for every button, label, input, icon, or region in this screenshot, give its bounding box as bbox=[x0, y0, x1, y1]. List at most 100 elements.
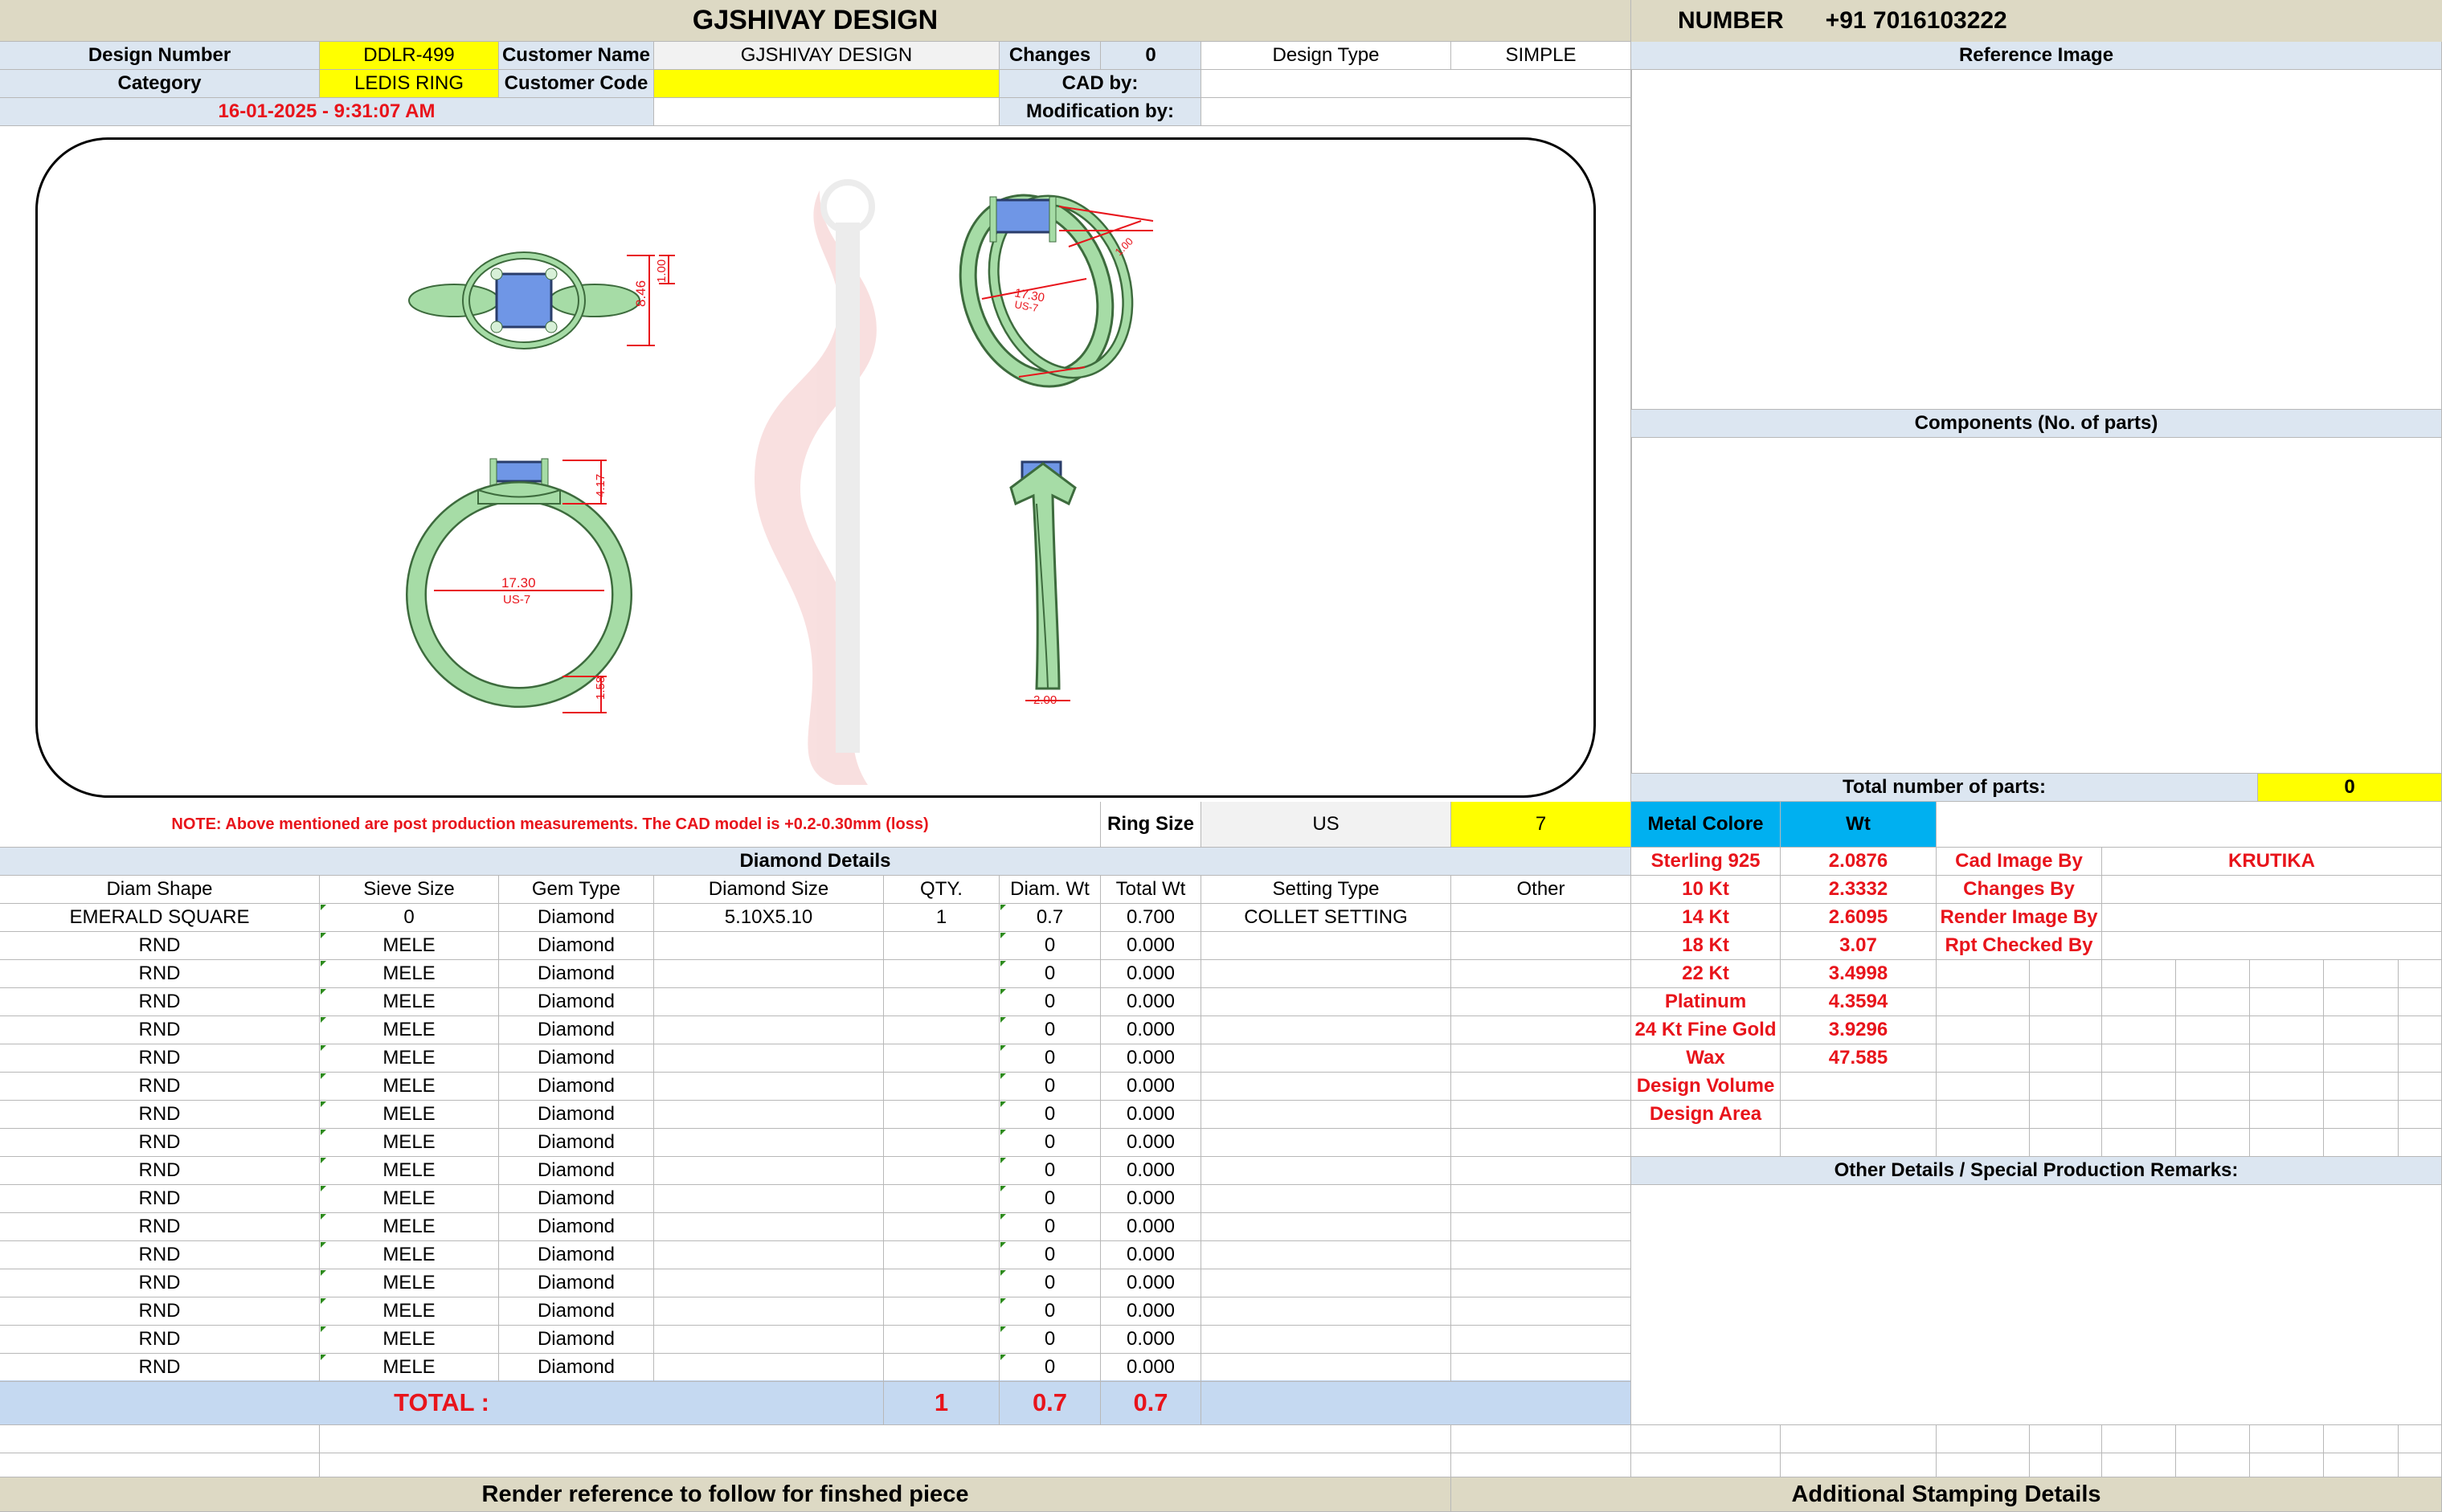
metal-weight[interactable]: 4.3594 bbox=[1781, 988, 1937, 1016]
table-cell-gem-type[interactable]: Diamond bbox=[499, 1073, 654, 1101]
table-cell-other[interactable] bbox=[1451, 1354, 1631, 1382]
table-cell-sieve-size[interactable]: MELE bbox=[320, 1016, 499, 1044]
table-cell-gem-type[interactable]: Diamond bbox=[499, 1326, 654, 1354]
table-cell-total-wt[interactable]: 0.000 bbox=[1101, 1016, 1201, 1044]
other-details-area[interactable] bbox=[1631, 1185, 2442, 1425]
table-cell-diam-wt[interactable]: 0 bbox=[1000, 1101, 1101, 1129]
table-cell-diam-shape[interactable]: RND bbox=[0, 960, 320, 988]
table-cell-diam-shape[interactable]: RND bbox=[0, 1101, 320, 1129]
table-cell-diam-wt[interactable]: 0 bbox=[1000, 1016, 1101, 1044]
table-cell-other[interactable] bbox=[1451, 1101, 1631, 1129]
table-cell-total-wt[interactable]: 0.000 bbox=[1101, 932, 1201, 960]
table-cell-diamond-size[interactable] bbox=[654, 1213, 884, 1241]
table-cell-diam-wt[interactable]: 0 bbox=[1000, 1157, 1101, 1185]
table-cell-sieve-size[interactable]: 0 bbox=[320, 904, 499, 932]
metal-weight[interactable]: 3.9296 bbox=[1781, 1016, 1937, 1044]
table-cell-diam-shape[interactable]: EMERALD SQUARE bbox=[0, 904, 320, 932]
table-cell-diamond-size[interactable] bbox=[654, 1241, 884, 1269]
table-cell-diam-shape[interactable]: RND bbox=[0, 1129, 320, 1157]
table-cell-other[interactable] bbox=[1451, 1269, 1631, 1297]
metal-weight[interactable]: 2.0876 bbox=[1781, 848, 1937, 876]
table-cell-qty[interactable] bbox=[884, 1073, 1000, 1101]
table-cell-total-wt[interactable]: 0.000 bbox=[1101, 1044, 1201, 1073]
table-cell-total-wt[interactable]: 0.000 bbox=[1101, 988, 1201, 1016]
table-cell-gem-type[interactable]: Diamond bbox=[499, 1354, 654, 1382]
table-cell-setting-type[interactable] bbox=[1201, 1241, 1451, 1269]
table-cell-diam-shape[interactable]: RND bbox=[0, 1044, 320, 1073]
table-cell-diam-wt[interactable]: 0 bbox=[1000, 1354, 1101, 1382]
customer-code-value[interactable] bbox=[654, 70, 1000, 98]
table-cell-qty[interactable] bbox=[884, 1101, 1000, 1129]
table-cell-diam-wt[interactable]: 0 bbox=[1000, 1044, 1101, 1073]
modification-by-value[interactable] bbox=[1201, 98, 1631, 126]
table-cell-gem-type[interactable]: Diamond bbox=[499, 1044, 654, 1073]
table-cell-gem-type[interactable]: Diamond bbox=[499, 1101, 654, 1129]
table-cell-setting-type[interactable] bbox=[1201, 1016, 1451, 1044]
table-cell-diam-wt[interactable]: 0.7 bbox=[1000, 904, 1101, 932]
table-cell-diam-shape[interactable]: RND bbox=[0, 1073, 320, 1101]
table-cell-qty[interactable] bbox=[884, 1241, 1000, 1269]
table-cell-setting-type[interactable] bbox=[1201, 932, 1451, 960]
metal-weight[interactable]: 2.3332 bbox=[1781, 876, 1937, 904]
table-cell-diam-wt[interactable]: 0 bbox=[1000, 1073, 1101, 1101]
table-cell-sieve-size[interactable]: MELE bbox=[320, 1213, 499, 1241]
table-cell-qty[interactable]: 1 bbox=[884, 904, 1000, 932]
metal-weight[interactable] bbox=[1781, 1101, 1937, 1129]
table-cell-other[interactable] bbox=[1451, 1241, 1631, 1269]
table-cell-setting-type[interactable] bbox=[1201, 1185, 1451, 1213]
table-cell-diamond-size[interactable] bbox=[654, 1016, 884, 1044]
table-cell-diamond-size[interactable] bbox=[654, 1185, 884, 1213]
table-cell-other[interactable] bbox=[1451, 1016, 1631, 1044]
table-cell-other[interactable] bbox=[1451, 1326, 1631, 1354]
ring-size-value[interactable]: 7 bbox=[1451, 802, 1631, 848]
table-cell-other[interactable] bbox=[1451, 1044, 1631, 1073]
cad-image-by-value[interactable]: KRUTIKA bbox=[2102, 848, 2442, 876]
table-cell-qty[interactable] bbox=[884, 1129, 1000, 1157]
table-cell-diamond-size[interactable] bbox=[654, 1044, 884, 1073]
table-cell-total-wt[interactable]: 0.700 bbox=[1101, 904, 1201, 932]
table-cell-qty[interactable] bbox=[884, 988, 1000, 1016]
table-cell-gem-type[interactable]: Diamond bbox=[499, 904, 654, 932]
table-cell-setting-type[interactable] bbox=[1201, 1326, 1451, 1354]
table-cell-diam-shape[interactable]: RND bbox=[0, 1297, 320, 1326]
table-cell-sieve-size[interactable]: MELE bbox=[320, 1044, 499, 1073]
table-cell-setting-type[interactable] bbox=[1201, 1101, 1451, 1129]
table-cell-sieve-size[interactable]: MELE bbox=[320, 1326, 499, 1354]
table-cell-diamond-size[interactable] bbox=[654, 1326, 884, 1354]
table-cell-diamond-size[interactable]: 5.10X5.10 bbox=[654, 904, 884, 932]
table-cell-setting-type[interactable] bbox=[1201, 1269, 1451, 1297]
table-cell-total-wt[interactable]: 0.000 bbox=[1101, 1129, 1201, 1157]
table-cell-sieve-size[interactable]: MELE bbox=[320, 1241, 499, 1269]
table-cell-total-wt[interactable]: 0.000 bbox=[1101, 1213, 1201, 1241]
table-cell-gem-type[interactable]: Diamond bbox=[499, 1185, 654, 1213]
table-cell-total-wt[interactable]: 0.000 bbox=[1101, 1241, 1201, 1269]
table-cell-diamond-size[interactable] bbox=[654, 960, 884, 988]
render-image-by-value[interactable] bbox=[2102, 904, 2442, 932]
table-cell-sieve-size[interactable]: MELE bbox=[320, 1269, 499, 1297]
table-cell-diam-shape[interactable]: RND bbox=[0, 988, 320, 1016]
table-cell-sieve-size[interactable]: MELE bbox=[320, 1129, 499, 1157]
table-cell-total-wt[interactable]: 0.000 bbox=[1101, 1354, 1201, 1382]
table-cell-gem-type[interactable]: Diamond bbox=[499, 960, 654, 988]
table-cell-total-wt[interactable]: 0.000 bbox=[1101, 1185, 1201, 1213]
table-cell-diam-wt[interactable]: 0 bbox=[1000, 1269, 1101, 1297]
table-cell-other[interactable] bbox=[1451, 1157, 1631, 1185]
table-cell-total-wt[interactable]: 0.000 bbox=[1101, 1326, 1201, 1354]
table-cell-other[interactable] bbox=[1451, 1185, 1631, 1213]
table-cell-gem-type[interactable]: Diamond bbox=[499, 1016, 654, 1044]
table-cell-sieve-size[interactable]: MELE bbox=[320, 1354, 499, 1382]
design-number-value[interactable]: DDLR-499 bbox=[320, 42, 499, 70]
table-cell-diam-shape[interactable]: RND bbox=[0, 1016, 320, 1044]
table-cell-qty[interactable] bbox=[884, 1213, 1000, 1241]
design-type-value[interactable]: SIMPLE bbox=[1451, 42, 1631, 70]
table-cell-diam-wt[interactable]: 0 bbox=[1000, 1326, 1101, 1354]
table-cell-other[interactable] bbox=[1451, 1073, 1631, 1101]
table-cell-diam-shape[interactable]: RND bbox=[0, 1269, 320, 1297]
metal-weight[interactable]: 3.07 bbox=[1781, 932, 1937, 960]
table-cell-qty[interactable] bbox=[884, 1044, 1000, 1073]
table-cell-gem-type[interactable]: Diamond bbox=[499, 1129, 654, 1157]
table-cell-qty[interactable] bbox=[884, 1157, 1000, 1185]
table-cell-diam-shape[interactable]: RND bbox=[0, 1213, 320, 1241]
table-cell-diam-shape[interactable]: RND bbox=[0, 1157, 320, 1185]
table-cell-diam-wt[interactable]: 0 bbox=[1000, 1241, 1101, 1269]
